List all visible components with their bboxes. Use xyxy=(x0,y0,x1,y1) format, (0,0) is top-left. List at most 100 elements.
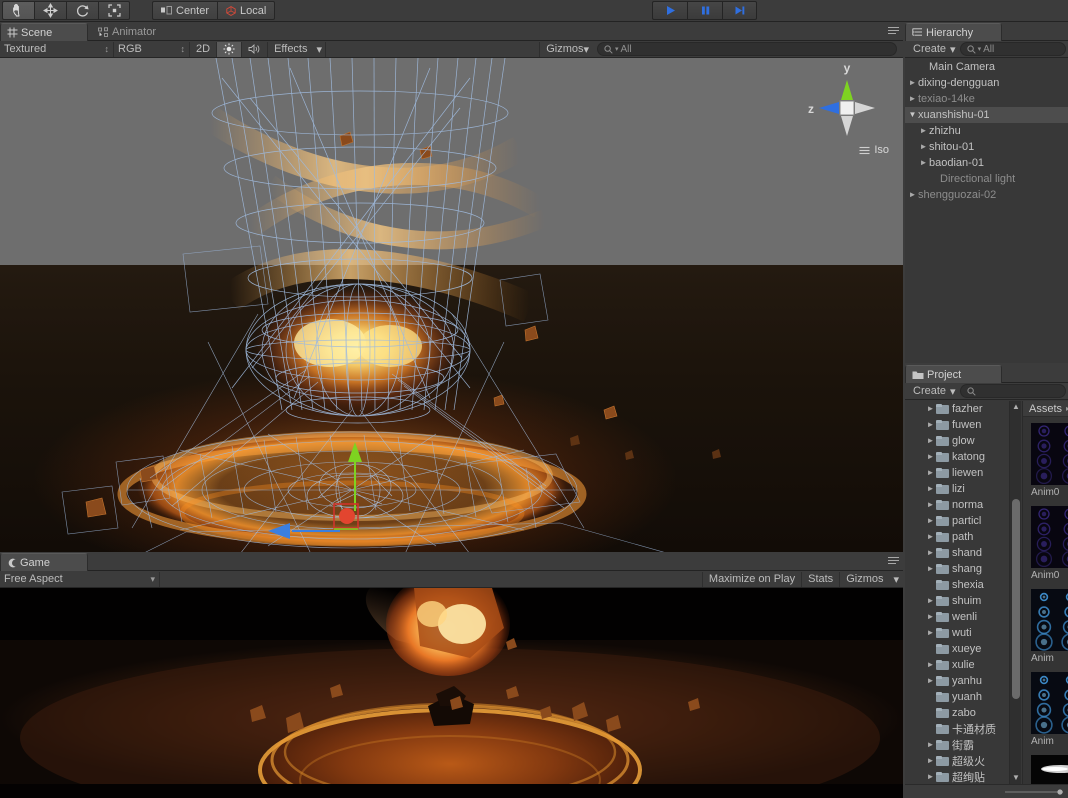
hierarchy-item[interactable]: Directional light xyxy=(905,171,1068,187)
chevron-right-icon[interactable]: ► xyxy=(925,561,936,577)
thumbnail-size-slider[interactable] xyxy=(1004,789,1064,795)
color-mode-dropdown[interactable]: RGB ↕ xyxy=(114,42,190,57)
asset-thumbnail[interactable] xyxy=(1031,423,1068,485)
chevron-right-icon[interactable]: ► xyxy=(907,75,918,91)
chevron-right-icon[interactable]: ► xyxy=(925,465,936,481)
scene-viewport[interactable]: y z Iso xyxy=(0,58,903,552)
toggle-2d-button[interactable]: 2D xyxy=(190,42,217,57)
play-button[interactable] xyxy=(652,1,687,20)
project-folder-row[interactable]: ►norma xyxy=(905,497,1009,513)
assets-list[interactable]: Anim0Anim0AnimAnim xyxy=(1023,417,1068,784)
scroll-up-arrow-icon[interactable]: ▲ xyxy=(1011,402,1021,412)
rotate-tool-button[interactable] xyxy=(66,1,98,20)
hierarchy-create-button[interactable]: Create ▾ xyxy=(909,42,960,57)
chevron-right-icon[interactable]: ► xyxy=(925,609,936,625)
project-folder-tree[interactable]: ►fazher►fuwen►glow►katong►liewen►lizi►no… xyxy=(905,401,1009,784)
step-button[interactable] xyxy=(722,1,757,20)
chevron-right-icon[interactable]: ► xyxy=(925,449,936,465)
chevron-right-icon[interactable]: ► xyxy=(918,155,929,171)
chevron-right-icon[interactable]: ► xyxy=(907,91,918,107)
asset-thumbnail[interactable] xyxy=(1031,506,1068,568)
project-folder-row[interactable]: ►fuwen xyxy=(905,417,1009,433)
stats-toggle[interactable]: Stats xyxy=(802,572,840,587)
scene-projection-toggle[interactable]: Iso xyxy=(859,144,889,156)
hierarchy-tree[interactable]: Main Camera►dixing-dengguan►texiao-14ke▼… xyxy=(905,59,1068,363)
chevron-right-icon[interactable]: ► xyxy=(925,673,936,689)
project-folder-row[interactable]: xueye xyxy=(905,641,1009,657)
hierarchy-item[interactable]: Main Camera xyxy=(905,59,1068,75)
project-folder-row[interactable]: yuanh xyxy=(905,689,1009,705)
project-folder-row[interactable]: zabo xyxy=(905,705,1009,721)
scene-lighting-toggle[interactable] xyxy=(217,42,242,57)
pivot-rotation-button[interactable]: Local xyxy=(217,1,275,20)
asset-item[interactable] xyxy=(1023,749,1068,784)
project-folder-row[interactable]: ►shand xyxy=(905,545,1009,561)
hand-tool-button[interactable] xyxy=(2,1,34,20)
project-folder-row[interactable]: ►超绚贴 xyxy=(905,769,1009,784)
hierarchy-search-field[interactable]: ▾ All xyxy=(960,42,1066,56)
chevron-right-icon[interactable]: ► xyxy=(925,433,936,449)
project-folder-row[interactable]: ►glow xyxy=(905,433,1009,449)
hierarchy-item[interactable]: ►zhizhu xyxy=(905,123,1068,139)
assets-breadcrumb[interactable]: Assets ▸ xyxy=(1023,401,1068,417)
asset-thumbnail[interactable] xyxy=(1031,755,1068,784)
maximize-on-play-toggle[interactable]: Maximize on Play xyxy=(702,572,802,587)
chevron-right-icon[interactable]: ► xyxy=(925,625,936,641)
asset-item[interactable]: Anim0 xyxy=(1023,417,1068,500)
project-create-button[interactable]: Create ▾ xyxy=(909,384,960,399)
effects-dropdown[interactable]: Effects xyxy=(268,42,313,57)
pivot-center-button[interactable]: Center xyxy=(152,1,217,20)
chevron-right-icon[interactable]: ► xyxy=(925,401,936,417)
chevron-right-icon[interactable]: ► xyxy=(925,417,936,433)
project-folder-row[interactable]: shexia xyxy=(905,577,1009,593)
game-panel-options-icon[interactable] xyxy=(888,557,900,567)
project-folder-row[interactable]: ►街霸 xyxy=(905,737,1009,753)
project-search-field[interactable] xyxy=(960,384,1066,398)
chevron-right-icon[interactable]: ► xyxy=(925,657,936,673)
hierarchy-item[interactable]: ►shengguozai-02 xyxy=(905,187,1068,203)
project-scroll-thumb[interactable] xyxy=(1012,499,1020,699)
scale-tool-button[interactable] xyxy=(98,1,130,20)
asset-item[interactable]: Anim xyxy=(1023,666,1068,749)
tab-game[interactable]: Game xyxy=(0,553,88,571)
project-folder-row[interactable]: ►katong xyxy=(905,449,1009,465)
project-folder-row[interactable]: ►shang xyxy=(905,561,1009,577)
project-folder-row[interactable]: ►path xyxy=(905,529,1009,545)
game-gizmos-button[interactable]: Gizmos xyxy=(840,572,889,587)
project-folder-row[interactable]: ►shuim xyxy=(905,593,1009,609)
chevron-right-icon[interactable]: ► xyxy=(925,545,936,561)
effects-chevron-button[interactable]: ▾ xyxy=(314,42,327,57)
chevron-right-icon[interactable]: ► xyxy=(925,737,936,753)
project-folder-row[interactable]: ►particl xyxy=(905,513,1009,529)
project-folder-row[interactable]: ►xulie xyxy=(905,657,1009,673)
tab-animator[interactable]: Animator xyxy=(92,23,180,41)
scene-search-field[interactable]: ▾ All xyxy=(597,42,897,56)
chevron-right-icon[interactable]: ► xyxy=(918,139,929,155)
project-folder-row[interactable]: ►liewen xyxy=(905,465,1009,481)
chevron-down-icon[interactable]: ▼ xyxy=(907,107,918,123)
hierarchy-item[interactable]: ►baodian-01 xyxy=(905,155,1068,171)
game-viewport[interactable] xyxy=(0,588,903,798)
project-folder-row[interactable]: ►lizi xyxy=(905,481,1009,497)
scroll-down-arrow-icon[interactable]: ▼ xyxy=(1011,773,1021,783)
project-assets-column[interactable]: Assets ▸ Anim0Anim0AnimAnim xyxy=(1022,401,1068,784)
tab-project[interactable]: Project xyxy=(905,365,1002,383)
scene-gizmos-dropdown[interactable]: Gizmos ▾ xyxy=(539,42,595,57)
project-folder-row[interactable]: ►超级火 xyxy=(905,753,1009,769)
chevron-right-icon[interactable]: ► xyxy=(925,529,936,545)
chevron-right-icon[interactable]: ► xyxy=(918,123,929,139)
scene-audio-toggle[interactable] xyxy=(242,42,268,57)
hierarchy-item[interactable]: ►texiao-14ke xyxy=(905,91,1068,107)
project-folder-row[interactable]: ►wuti xyxy=(905,625,1009,641)
asset-item[interactable]: Anim0 xyxy=(1023,500,1068,583)
chevron-right-icon[interactable]: ► xyxy=(925,513,936,529)
hierarchy-item[interactable]: ▼xuanshishu-01 xyxy=(905,107,1068,123)
draw-mode-dropdown[interactable]: Textured ↕ xyxy=(0,42,114,57)
chevron-right-icon[interactable]: ► xyxy=(925,593,936,609)
scene-panel-options-icon[interactable] xyxy=(888,27,900,37)
move-tool-button[interactable] xyxy=(34,1,66,20)
chevron-right-icon[interactable]: ► xyxy=(925,497,936,513)
project-folder-row[interactable]: 卡通材质 xyxy=(905,721,1009,737)
asset-thumbnail[interactable] xyxy=(1031,672,1068,734)
project-tree-scrollbar[interactable]: ▲ ▼ xyxy=(1009,401,1021,784)
